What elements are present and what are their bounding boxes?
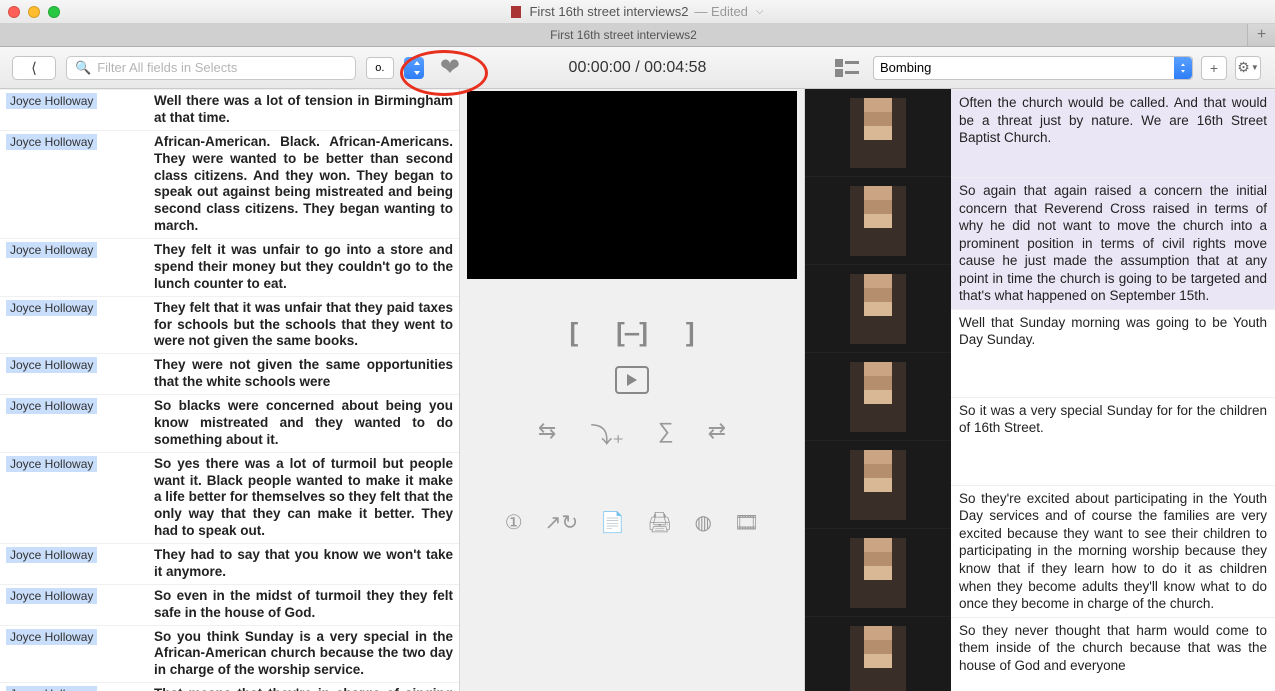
mark-range-icon[interactable]: [‒]: [616, 317, 648, 348]
view-mode-toggle[interactable]: [835, 59, 859, 77]
transcript-row[interactable]: Joyce Holloway So yes there was a lot of …: [0, 452, 459, 543]
close-window[interactable]: [8, 6, 20, 18]
video-thumbnail[interactable]: [805, 617, 951, 691]
mark-brackets: [ [‒] ]: [569, 317, 694, 348]
sum-icon[interactable]: ∑: [658, 418, 674, 450]
add-button[interactable]: +: [1201, 56, 1227, 80]
right-filter-dropdown[interactable]: Bombing: [873, 56, 1193, 80]
speaker-tag[interactable]: Joyce Holloway: [6, 456, 97, 472]
transcript-text: They had to say that you know we won't t…: [150, 544, 459, 584]
window-title: First 16th street interviews2 — Edited ⌵: [8, 4, 1267, 19]
add-tab-button[interactable]: +: [1247, 24, 1275, 46]
transcript-text: Well there was a lot of tension in Birmi…: [150, 90, 459, 130]
video-thumbnail[interactable]: [805, 529, 951, 617]
speaker-tag[interactable]: Joyce Holloway: [6, 629, 97, 645]
favorite-button[interactable]: ❤: [440, 53, 460, 82]
minimize-window[interactable]: [28, 6, 40, 18]
transcript-row[interactable]: Joyce Holloway So you think Sunday is a v…: [0, 625, 459, 683]
segment-control[interactable]: o.: [366, 57, 394, 79]
select-text[interactable]: So it was a very special Sunday for for …: [951, 397, 1275, 485]
select-text[interactable]: Well that Sunday morning was going to be…: [951, 309, 1275, 397]
mark-out-icon[interactable]: ]: [686, 317, 695, 348]
selects-panel: Often the church would be called. And th…: [805, 89, 1275, 691]
title-chevron-icon[interactable]: ⌵: [756, 6, 764, 17]
video-panel: [ [‒] ] ⇆ ⤵₊ ∑ ⇄ ① ↗↻ 📄 🖨 ◍ 🎞: [460, 89, 805, 691]
transcript-text: So yes there was a lot of turmoil but pe…: [150, 453, 459, 543]
shuffle-end-icon[interactable]: ⇄: [708, 418, 726, 450]
film-icon[interactable]: 🎞: [734, 510, 759, 535]
video-thumbnail[interactable]: [805, 353, 951, 441]
video-thumbnail[interactable]: [805, 89, 951, 177]
zoom-window[interactable]: [48, 6, 60, 18]
back-button[interactable]: ⟨: [12, 56, 56, 80]
disc-icon[interactable]: ◍: [694, 510, 711, 535]
settings-button[interactable]: ⚙▼: [1235, 56, 1261, 80]
video-thumbnail[interactable]: [805, 265, 951, 353]
gear-icon: ⚙: [1237, 59, 1250, 76]
video-thumbnail[interactable]: [805, 177, 951, 265]
speaker-tag[interactable]: Joyce Holloway: [6, 242, 97, 258]
selector-dropdown[interactable]: [404, 57, 424, 79]
transcript-panel: Joyce Holloway Well there was a lot of te…: [0, 89, 460, 691]
speaker-tag[interactable]: Joyce Holloway: [6, 588, 97, 604]
play-icon: [625, 373, 639, 387]
transcript-text: They felt that it was unfair that they p…: [150, 297, 459, 354]
speaker-tag[interactable]: Joyce Holloway: [6, 93, 97, 109]
document-icon: [511, 6, 521, 18]
speaker-tag[interactable]: Joyce Holloway: [6, 134, 97, 150]
shuffle-start-icon[interactable]: ⇆: [538, 418, 556, 450]
right-filter-value: Bombing: [880, 60, 931, 75]
video-viewport[interactable]: [467, 91, 797, 279]
chevron-down-icon: ▼: [1251, 63, 1259, 72]
print-icon[interactable]: 🖨: [647, 510, 672, 535]
video-thumbnail[interactable]: [805, 441, 951, 529]
transcript-text: They were not given the same opportuniti…: [150, 354, 459, 394]
transcript-row[interactable]: Joyce Holloway They had to say that you k…: [0, 543, 459, 584]
transcript-row[interactable]: Joyce Holloway So even in the midst of tu…: [0, 584, 459, 625]
transcript-text: They felt it was unfair to go into a sto…: [150, 239, 459, 296]
transcript-text: So blacks were concerned about being you…: [150, 395, 459, 452]
transcript-text: So you think Sunday is a very special in…: [150, 626, 459, 683]
mark-in-icon[interactable]: [: [569, 317, 578, 348]
jump-in-icon[interactable]: ⤵₊: [590, 418, 624, 450]
select-text[interactable]: So again that again raised a concern the…: [951, 177, 1275, 309]
share-icon[interactable]: ↗↻: [545, 510, 579, 535]
updown-icon: [412, 59, 422, 77]
filter-input[interactable]: [97, 60, 347, 75]
selects-text-column: Often the church would be called. And th…: [951, 89, 1275, 691]
edited-indicator: — Edited: [694, 4, 747, 19]
timecode-display: 00:00:00 / 00:04:58: [569, 59, 707, 77]
transcript-row[interactable]: Joyce Holloway They felt it was unfair to…: [0, 238, 459, 296]
upload-icon[interactable]: ①: [505, 510, 523, 535]
speaker-tag[interactable]: Joyce Holloway: [6, 547, 97, 563]
transcript-row[interactable]: Joyce Holloway That means that they're in…: [0, 682, 459, 691]
document-export-icon[interactable]: 📄: [600, 510, 625, 535]
transcript-row[interactable]: Joyce Holloway Well there was a lot of te…: [0, 89, 459, 130]
select-text[interactable]: So they never thought that harm would co…: [951, 617, 1275, 691]
thumbnail-strip: [805, 89, 951, 691]
speaker-tag[interactable]: Joyce Holloway: [6, 398, 97, 414]
transcript-row[interactable]: Joyce Holloway African-American. Black. A…: [0, 130, 459, 238]
select-text[interactable]: So they're excited about participating i…: [951, 485, 1275, 617]
dropdown-arrows-icon: [1174, 57, 1192, 79]
transcript-row[interactable]: Joyce Holloway They felt that it was unfa…: [0, 296, 459, 354]
transcript-text: So even in the midst of turmoil they the…: [150, 585, 459, 625]
transcript-text: African-American. Black. African-America…: [150, 131, 459, 238]
speaker-tag[interactable]: Joyce Holloway: [6, 357, 97, 373]
title-text: First 16th street interviews2: [529, 4, 688, 19]
document-tab[interactable]: First 16th street interviews2: [0, 24, 1247, 46]
speaker-tag[interactable]: Joyce Holloway: [6, 686, 97, 691]
transcript-row[interactable]: Joyce Holloway They were not given the sa…: [0, 353, 459, 394]
select-text[interactable]: Often the church would be called. And th…: [951, 89, 1275, 177]
transcript-text: That means that they're in charge of sin…: [150, 683, 459, 691]
filter-search[interactable]: 🔍: [66, 56, 356, 80]
search-icon: 🔍: [75, 60, 91, 76]
transcript-row[interactable]: Joyce Holloway So blacks were concerned a…: [0, 394, 459, 452]
play-button[interactable]: [615, 366, 649, 394]
speaker-tag[interactable]: Joyce Holloway: [6, 300, 97, 316]
